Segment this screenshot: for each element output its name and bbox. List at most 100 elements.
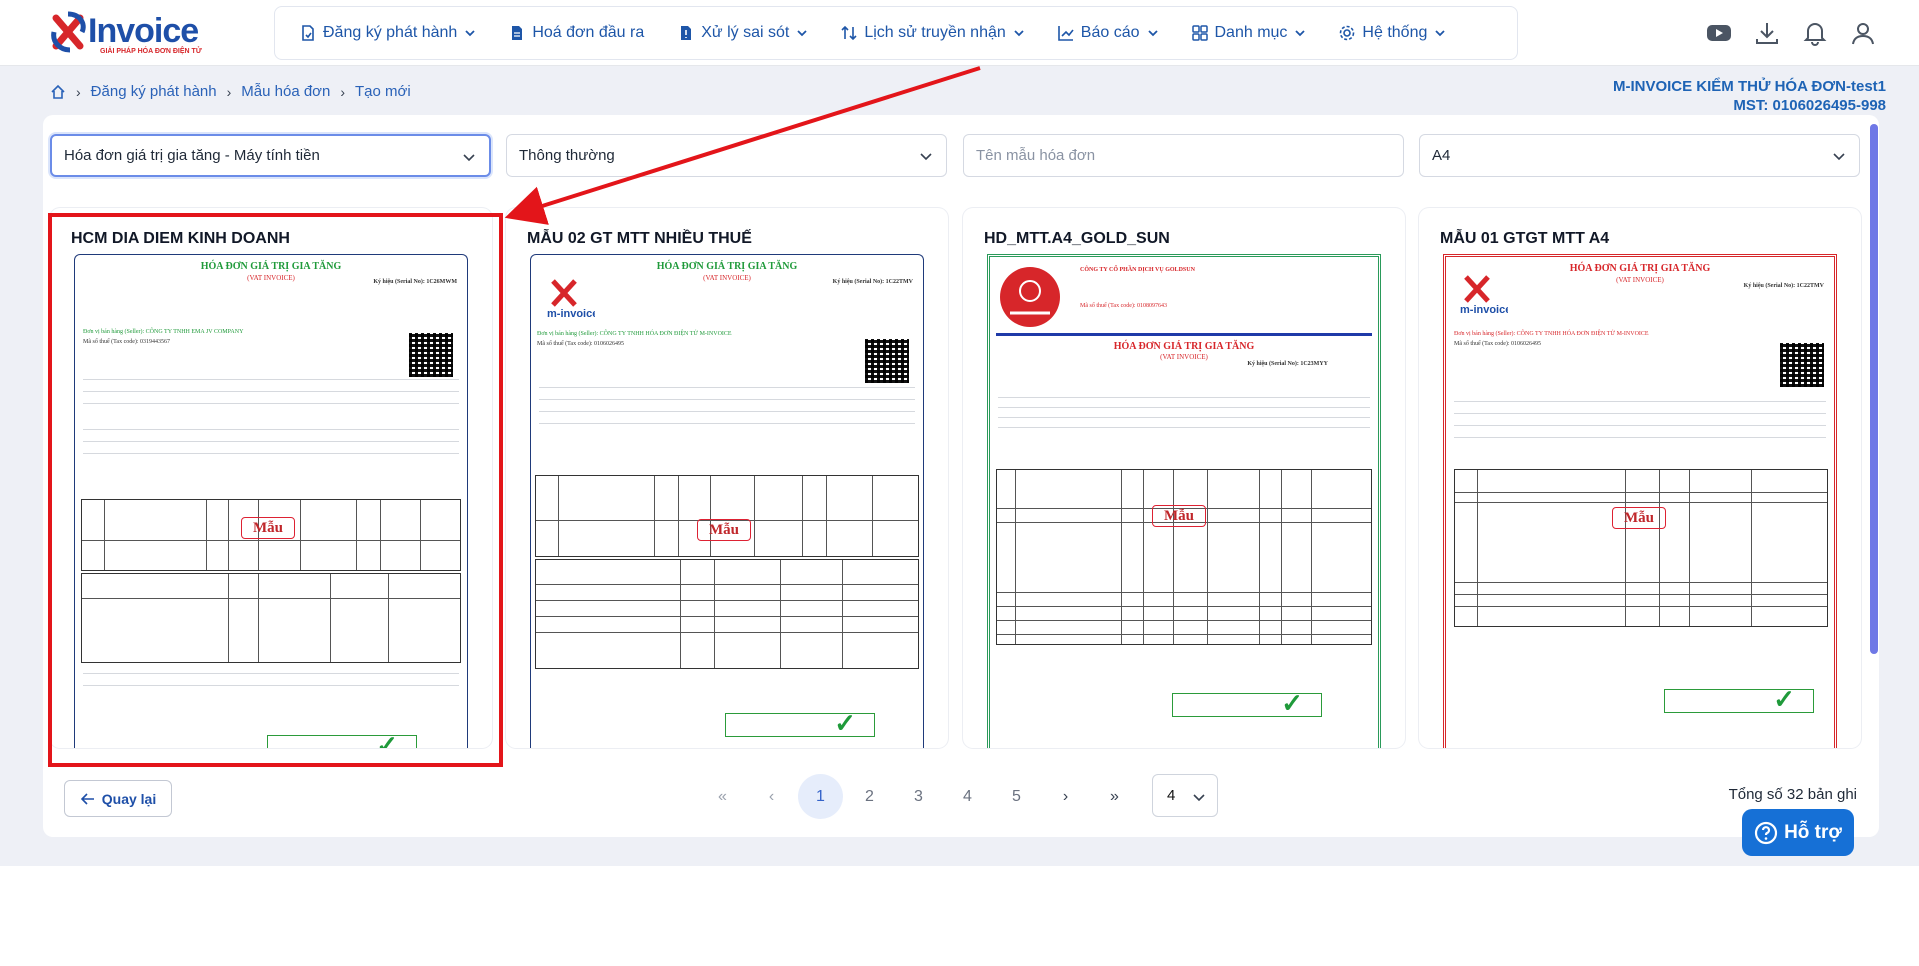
sort-arrows-icon xyxy=(841,25,857,41)
paper-size-select[interactable]: A4 xyxy=(1419,134,1860,177)
chevron-down-icon xyxy=(920,153,932,161)
chevron-down-icon xyxy=(465,30,475,37)
file-output-icon xyxy=(512,26,523,40)
chevron-down-icon xyxy=(463,154,475,162)
nav-label: Báo cáo xyxy=(1080,24,1140,41)
nav-xu-ly-sai-sot[interactable]: Xử lý sai sót xyxy=(677,24,807,42)
nav-he-thong[interactable]: Hệ thống xyxy=(1338,24,1445,42)
template-style-select[interactable]: Thông thường xyxy=(506,134,947,177)
nav-dang-ky-phat-hanh[interactable]: Đăng ký phát hành xyxy=(299,24,475,42)
total-records: Tổng số 32 bản ghi xyxy=(1728,786,1857,803)
chevron-down-icon xyxy=(1014,30,1024,37)
invoice-preview: CÔNG TY CỔ PHẦN DỊCH VỤ GOLDSUN Mã số th… xyxy=(987,254,1381,748)
goldsun-logo-icon xyxy=(1000,267,1060,327)
breadcrumb-dang-ky-phat-hanh[interactable]: Đăng ký phát hành xyxy=(91,83,217,100)
download-icon[interactable] xyxy=(1754,20,1780,46)
svg-text:m-invoice: m-invoice xyxy=(547,308,595,319)
nav-label: Lịch sử truyền nhận xyxy=(864,24,1006,41)
gear-icon xyxy=(1340,25,1355,41)
main-nav: Đăng ký phát hành Hoá đơn đầu ra Xử lý s… xyxy=(274,6,1518,60)
page-button[interactable]: 2 xyxy=(847,774,892,819)
invoice-serial: Ký hiệu (Serial No): 1C22TMV xyxy=(1743,283,1824,289)
invoice-tax: Mã số thuế (Tax code): 0106026495 xyxy=(537,341,625,347)
invoice-subtitle: (VAT INVOICE) xyxy=(1160,353,1208,361)
youtube-icon[interactable] xyxy=(1706,20,1732,46)
file-error-icon xyxy=(681,26,692,40)
nav-label: Hoá đơn đầu ra xyxy=(532,24,645,41)
qr-code xyxy=(865,339,909,383)
help-button[interactable]: Hỗ trợ xyxy=(1742,809,1854,856)
page-size-select[interactable]: 4 xyxy=(1152,774,1218,817)
invoice-title: HÓA ĐƠN GIÁ TRỊ GIA TĂNG xyxy=(656,261,798,272)
template-card[interactable]: HD_MTT.A4_GOLD_SUN CÔNG TY CỔ PHẦN DỊCH … xyxy=(963,208,1405,748)
items-table xyxy=(1454,469,1828,627)
invoice-serial: Ký hiệu (Serial No): 1C23MYY xyxy=(1247,361,1328,367)
first-page-button[interactable]: « xyxy=(700,774,745,819)
breadcrumb-separator: › xyxy=(340,83,346,100)
page-button[interactable]: 5 xyxy=(994,774,1039,819)
nav-label: Đăng ký phát hành xyxy=(323,24,458,41)
user-icon[interactable] xyxy=(1850,20,1876,46)
template-card[interactable]: MẪU 01 GTGT MTT A4 m-invoice HÓA ĐƠN GIÁ… xyxy=(1419,208,1861,748)
file-register-icon xyxy=(302,25,314,41)
paper-size-value: A4 xyxy=(1432,147,1451,164)
prev-page-button[interactable]: ‹ xyxy=(749,774,794,819)
summary-table xyxy=(535,559,919,669)
template-card[interactable]: MẪU 02 GT MTT NHIỀU THUẾ m-invoice HÓA Đ… xyxy=(506,208,948,748)
back-button[interactable]: Quay lại xyxy=(64,780,172,817)
company-info: M-INVOICE KIỂM THỬ HÓA ĐƠN-test1 MST: 01… xyxy=(1613,77,1886,115)
sample-watermark: Mẫu xyxy=(1612,507,1666,529)
items-table xyxy=(996,469,1372,645)
company-name: M-INVOICE KIỂM THỬ HÓA ĐƠN-test1 xyxy=(1612,78,1886,95)
template-card-title: MẪU 02 GT MTT NHIỀU THUẾ xyxy=(527,230,752,247)
home-icon[interactable] xyxy=(50,84,66,100)
template-name-input[interactable]: Tên mẫu hóa đơn xyxy=(963,134,1404,177)
bell-icon[interactable] xyxy=(1802,20,1828,46)
invoice-title: HÓA ĐƠN GIÁ TRỊ GIA TĂNG xyxy=(1113,341,1255,352)
nav-danh-muc[interactable]: Danh mục xyxy=(1191,24,1306,42)
sample-watermark: Mẫu xyxy=(697,519,751,541)
qr-code xyxy=(1780,343,1824,387)
invoice-title: HÓA ĐƠN GIÁ TRỊ GIA TĂNG xyxy=(1569,263,1711,274)
pagination: « ‹ 1 2 3 4 5 › » xyxy=(700,774,1141,819)
invoice-tax: Mã số thuế (Tax code): 0108097643 xyxy=(1080,303,1168,309)
page-button[interactable]: 1 xyxy=(798,774,843,819)
nav-hoa-don-dau-ra[interactable]: Hoá đơn đầu ra xyxy=(508,24,644,42)
breadcrumb-mau-hoa-don[interactable]: Mẫu hóa đơn xyxy=(241,83,330,100)
chevron-down-icon xyxy=(1193,794,1205,802)
nav-label: Danh mục xyxy=(1214,24,1288,41)
template-name-placeholder: Tên mẫu hóa đơn xyxy=(976,147,1096,164)
logo-tagline: GIẢI PHÁP HÓA ĐƠN ĐIỆN TỬ xyxy=(100,48,202,55)
svg-text:m-invoice: m-invoice xyxy=(1460,304,1508,315)
breadcrumb: › Đăng ký phát hành › Mẫu hóa đơn › Tạo … xyxy=(50,83,411,100)
template-card-title: HD_MTT.A4_GOLD_SUN xyxy=(984,230,1170,247)
page-button[interactable]: 4 xyxy=(945,774,990,819)
chevron-down-icon xyxy=(1147,30,1158,37)
signature-box xyxy=(1664,684,1814,715)
invoice-tax: Mã số thuế (Tax code): 0106026495 xyxy=(1454,341,1542,347)
nav-bao-cao[interactable]: Báo cáo xyxy=(1057,24,1158,42)
nav-lich-su-truyen-nhan[interactable]: Lịch sử truyền nhận xyxy=(840,24,1024,42)
template-style-value: Thông thường xyxy=(519,147,615,164)
template-card-title: MẪU 01 GTGT MTT A4 xyxy=(1440,230,1610,247)
company-tax-code: MST: 0106026495-998 xyxy=(1733,97,1886,114)
grid-icon xyxy=(1191,25,1208,41)
page-size-value: 4 xyxy=(1167,787,1176,804)
chevron-down-icon xyxy=(1833,153,1845,161)
invoice-type-select[interactable]: Hóa đơn giá trị gia tăng - Máy tính tiền xyxy=(50,134,491,177)
next-page-button[interactable]: › xyxy=(1043,774,1088,819)
invoice-serial: Ký hiệu (Serial No): 1C22TMV xyxy=(832,279,913,285)
help-button-label: Hỗ trợ xyxy=(1784,821,1842,843)
minvoice-logo[interactable]: Invoice GIẢI PHÁP HÓA ĐƠN ĐIỆN TỬ xyxy=(50,10,240,56)
logo-mark-icon xyxy=(51,11,86,53)
logo-text: Invoice xyxy=(88,12,199,50)
scrollbar-thumb[interactable] xyxy=(1870,124,1878,654)
signature-box xyxy=(725,708,875,739)
invoice-preview: m-invoice HÓA ĐƠN GIÁ TRỊ GIA TĂNG (VAT … xyxy=(1443,254,1837,748)
last-page-button[interactable]: » xyxy=(1092,774,1137,819)
header-divider xyxy=(996,333,1372,336)
page-button[interactable]: 3 xyxy=(896,774,941,819)
top-header: Invoice GIẢI PHÁP HÓA ĐƠN ĐIỆN TỬ Đăng k… xyxy=(0,0,1919,66)
breadcrumb-separator: › xyxy=(226,83,232,100)
invoice-seller: CÔNG TY CỔ PHẦN DỊCH VỤ GOLDSUN xyxy=(1080,267,1195,273)
